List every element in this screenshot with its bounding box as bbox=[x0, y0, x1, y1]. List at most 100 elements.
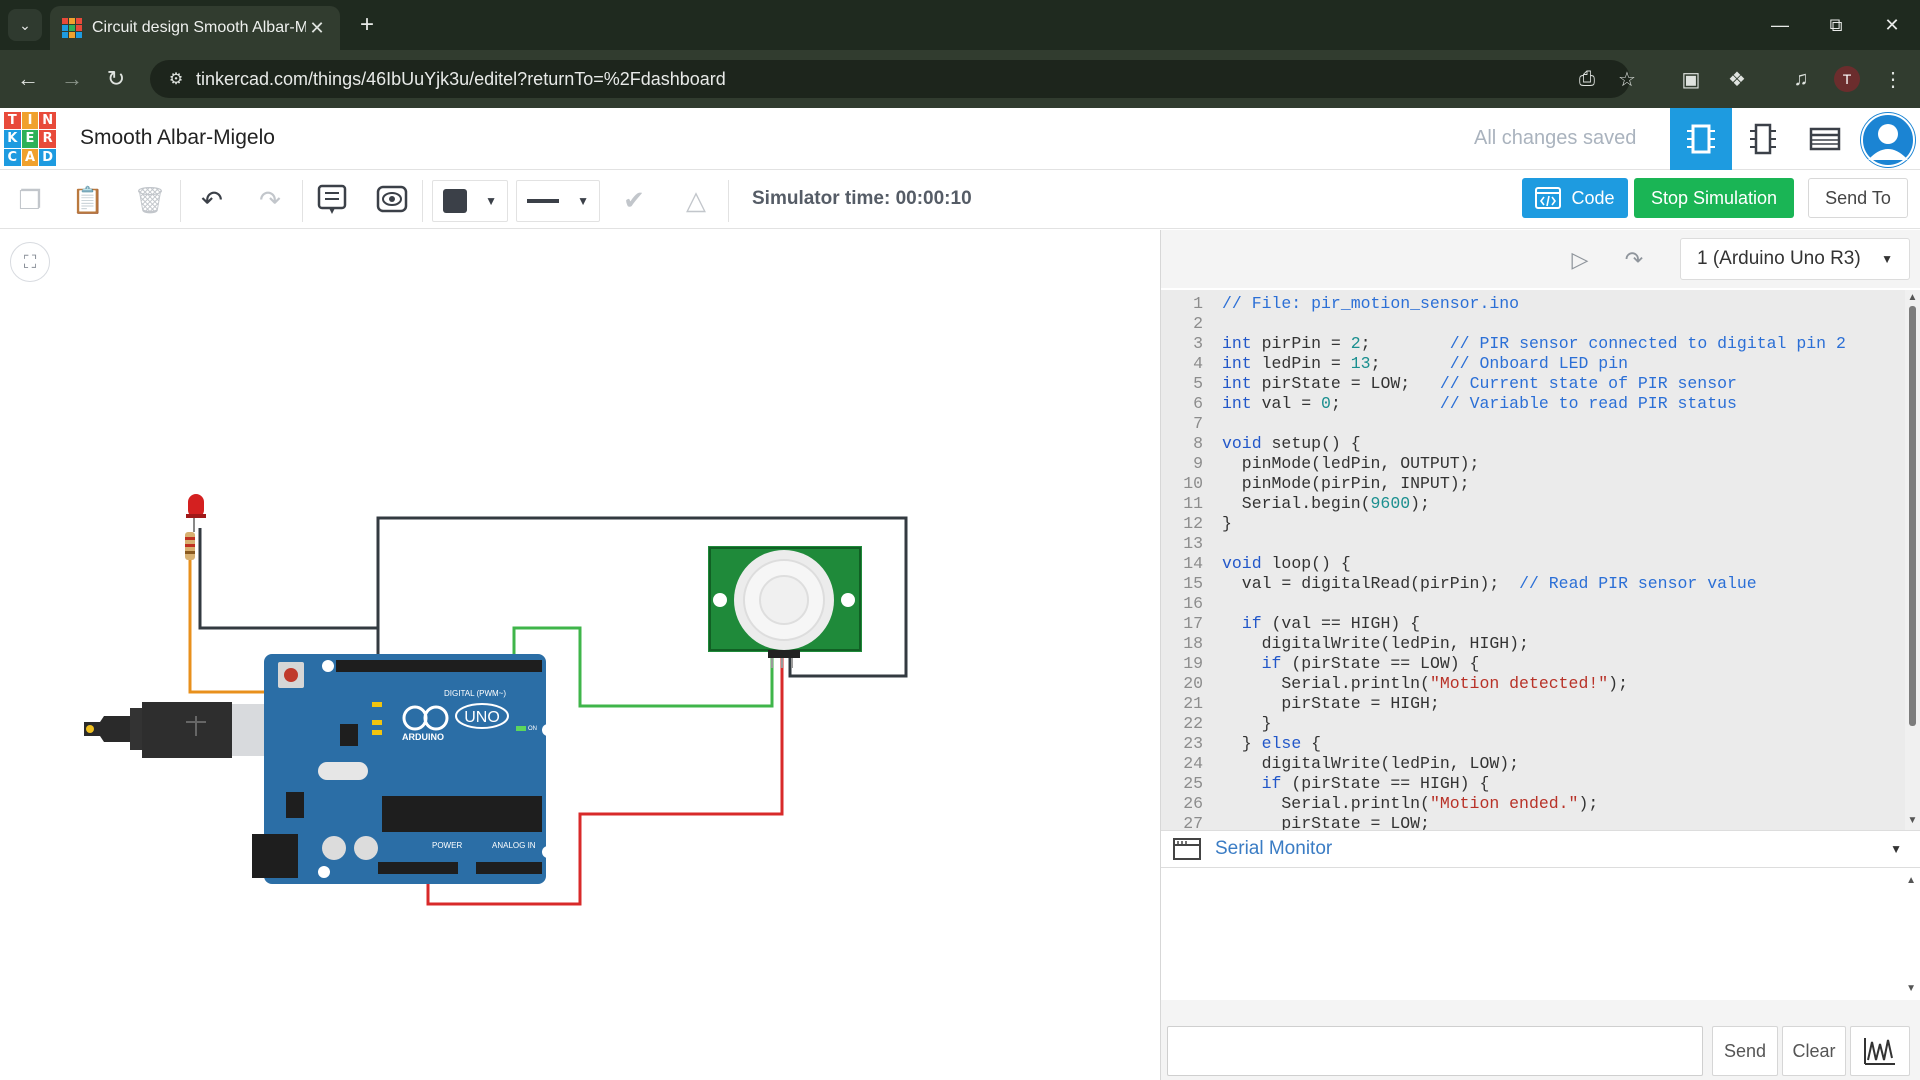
schematic-view-button[interactable] bbox=[1732, 108, 1794, 170]
rotate-icon[interactable]: ✔ bbox=[612, 178, 656, 222]
device-select[interactable]: 1 (Arduino Uno R3) ▼ bbox=[1680, 238, 1910, 280]
code-line[interactable]: 24 digitalWrite(ledPin, LOW); bbox=[1161, 754, 1905, 774]
visibility-eye-icon[interactable] bbox=[370, 178, 414, 222]
serial-input[interactable] bbox=[1167, 1026, 1703, 1076]
serial-monitor-header[interactable]: Serial Monitor ▼ bbox=[1161, 830, 1920, 868]
serial-plotter-button[interactable] bbox=[1850, 1026, 1910, 1076]
copy-icon[interactable]: ❐ bbox=[8, 178, 52, 222]
minimize-icon[interactable]: — bbox=[1752, 0, 1808, 50]
window-close-icon[interactable]: ✕ bbox=[1864, 0, 1920, 50]
step-over-icon[interactable]: ↷ bbox=[1614, 242, 1654, 278]
code-line[interactable]: 8 void setup() { bbox=[1161, 434, 1905, 454]
note-shape-icon bbox=[317, 184, 347, 214]
tinkercad-logo[interactable]: TINKERCAD bbox=[4, 112, 56, 166]
code-line[interactable]: 21 pirState = HIGH; bbox=[1161, 694, 1905, 714]
tab-search-chevron-icon[interactable]: ⌄ bbox=[8, 9, 42, 41]
code-line[interactable]: 17 if (val == HIGH) { bbox=[1161, 614, 1905, 634]
media-controls-icon[interactable]: ♫ bbox=[1786, 64, 1816, 94]
save-status: All changes saved bbox=[1474, 127, 1637, 149]
arduino-uno-board[interactable]: ARDUINO UNO DIGITAL (PWM~) POWER ANALOG … bbox=[252, 654, 554, 884]
code-line[interactable]: 19 if (pirState == LOW) { bbox=[1161, 654, 1905, 674]
serial-scroll-down-icon[interactable]: ▼ bbox=[1906, 983, 1916, 994]
code-text: val = digitalRead(pirPin); // Read PIR s… bbox=[1222, 574, 1757, 593]
code-line[interactable]: 18 digitalWrite(ledPin, HIGH); bbox=[1161, 634, 1905, 654]
code-line[interactable]: 26 Serial.println("Motion ended."); bbox=[1161, 794, 1905, 814]
code-line[interactable]: 22 } bbox=[1161, 714, 1905, 734]
code-line[interactable]: 10 pinMode(pirPin, INPUT); bbox=[1161, 474, 1905, 494]
flip-mirror-icon[interactable]: △ bbox=[674, 178, 718, 222]
address-bar[interactable]: ⚙ tinkercad.com/things/46IbUuYjk3u/edite… bbox=[150, 60, 1630, 98]
user-avatar[interactable] bbox=[1860, 112, 1916, 168]
profile-avatar[interactable]: T bbox=[1834, 66, 1860, 92]
code-line[interactable]: 2 bbox=[1161, 314, 1905, 334]
code-text: digitalWrite(ledPin, HIGH); bbox=[1222, 634, 1529, 653]
step-play-icon[interactable]: ▷ bbox=[1560, 242, 1600, 278]
browser-tab[interactable]: Circuit design Smooth Albar-Mi ✕ bbox=[50, 6, 340, 50]
code-editor[interactable]: 1 // File: pir_motion_sensor.ino 2 3 int pir… bbox=[1161, 290, 1905, 830]
delete-trash-icon[interactable]: 🗑 bbox=[128, 178, 172, 222]
code-line[interactable]: 13 bbox=[1161, 534, 1905, 554]
wire-type-dropdown[interactable]: ▼ bbox=[516, 180, 600, 222]
scrollbar-thumb[interactable] bbox=[1909, 306, 1916, 726]
code-line[interactable]: 16 bbox=[1161, 594, 1905, 614]
restore-icon[interactable]: ⧉ bbox=[1808, 0, 1864, 50]
code-text: if (val == HIGH) { bbox=[1241, 614, 1421, 633]
serial-clear-button[interactable]: Clear bbox=[1782, 1026, 1846, 1076]
code-line[interactable]: 23 } else { bbox=[1161, 734, 1905, 754]
component-list-button[interactable] bbox=[1794, 108, 1856, 170]
wire-color-dropdown[interactable]: ▼ bbox=[432, 180, 508, 222]
cast-extension-icon[interactable]: ▣ bbox=[1676, 64, 1706, 94]
code-line[interactable]: 6 int val = 0; // Variable to read PIR st… bbox=[1161, 394, 1905, 414]
code-line[interactable]: 14 void loop() { bbox=[1161, 554, 1905, 574]
back-arrow-icon[interactable]: ← bbox=[12, 63, 44, 95]
code-line[interactable]: 20 Serial.println("Motion detected!"); bbox=[1161, 674, 1905, 694]
resistor[interactable] bbox=[185, 532, 195, 560]
install-app-icon[interactable]: ⎙ bbox=[1572, 64, 1602, 94]
line-number: 11 bbox=[1183, 494, 1203, 513]
serial-scroll-up-icon[interactable]: ▲ bbox=[1906, 875, 1916, 886]
reload-icon[interactable]: ↻ bbox=[100, 63, 132, 95]
note-icon[interactable] bbox=[310, 178, 354, 222]
paste-icon[interactable]: 📋 bbox=[66, 178, 110, 222]
red-led[interactable] bbox=[186, 494, 206, 532]
serial-send-button[interactable]: Send bbox=[1712, 1026, 1778, 1076]
redo-icon[interactable]: ↷ bbox=[248, 178, 292, 222]
forward-arrow-icon[interactable]: → bbox=[56, 63, 88, 95]
board-model-label: UNO bbox=[464, 709, 500, 726]
send-to-button[interactable]: Send To bbox=[1808, 178, 1908, 218]
circuit-drawing[interactable]: ARDUINO UNO DIGITAL (PWM~) POWER ANALOG … bbox=[0, 230, 1160, 1080]
circuit-view-button[interactable] bbox=[1670, 108, 1732, 170]
code-button[interactable]: Code bbox=[1522, 178, 1628, 218]
project-title[interactable]: Smooth Albar-Migelo bbox=[80, 126, 275, 150]
tinkercad-favicon-icon bbox=[62, 18, 82, 38]
undo-icon[interactable]: ↶ bbox=[190, 178, 234, 222]
extensions-puzzle-icon[interactable]: ❖ bbox=[1722, 64, 1752, 94]
bookmark-star-icon[interactable]: ☆ bbox=[1612, 64, 1642, 94]
code-line[interactable]: 1 // File: pir_motion_sensor.ino bbox=[1161, 294, 1905, 314]
code-line[interactable]: 5 int pirState = LOW; // Current state of… bbox=[1161, 374, 1905, 394]
pir-motion-sensor[interactable] bbox=[708, 546, 862, 668]
site-settings-icon[interactable]: ⚙ bbox=[156, 69, 196, 89]
code-scrollbar[interactable]: ▲ ▼ bbox=[1905, 290, 1920, 830]
code-line[interactable]: 25 if (pirState == HIGH) { bbox=[1161, 774, 1905, 794]
collapse-chevron-icon[interactable]: ▼ bbox=[1890, 842, 1902, 856]
code-line[interactable]: 3 int pirPin = 2; // PIR sensor connected… bbox=[1161, 334, 1905, 354]
code-line[interactable]: 7 bbox=[1161, 414, 1905, 434]
scroll-down-arrow-icon[interactable]: ▼ bbox=[1907, 816, 1918, 826]
code-text: int val = 0; // Variable to read PIR sta… bbox=[1222, 394, 1737, 413]
browser-menu-icon[interactable]: ⋮ bbox=[1878, 64, 1908, 94]
led-cathode-wire[interactable] bbox=[198, 528, 380, 660]
toolbar-divider bbox=[728, 180, 729, 222]
code-line[interactable]: 27 pirState = LOW; bbox=[1161, 814, 1905, 830]
code-line[interactable]: 12} bbox=[1161, 514, 1905, 534]
code-line[interactable]: 4 int ledPin = 13; // Onboard LED pin bbox=[1161, 354, 1905, 374]
code-line[interactable]: 9 pinMode(ledPin, OUTPUT); bbox=[1161, 454, 1905, 474]
code-line[interactable]: 15 val = digitalRead(pirPin); // Read PI… bbox=[1161, 574, 1905, 594]
new-tab-plus-icon[interactable]: + bbox=[352, 10, 382, 40]
line-number: 19 bbox=[1183, 654, 1203, 673]
circuit-chip-icon bbox=[1687, 124, 1715, 154]
tab-close-icon[interactable]: ✕ bbox=[306, 18, 328, 39]
stop-simulation-button[interactable]: Stop Simulation bbox=[1634, 178, 1794, 218]
scroll-up-arrow-icon[interactable]: ▲ bbox=[1907, 293, 1918, 303]
code-line[interactable]: 11 Serial.begin(9600); bbox=[1161, 494, 1905, 514]
